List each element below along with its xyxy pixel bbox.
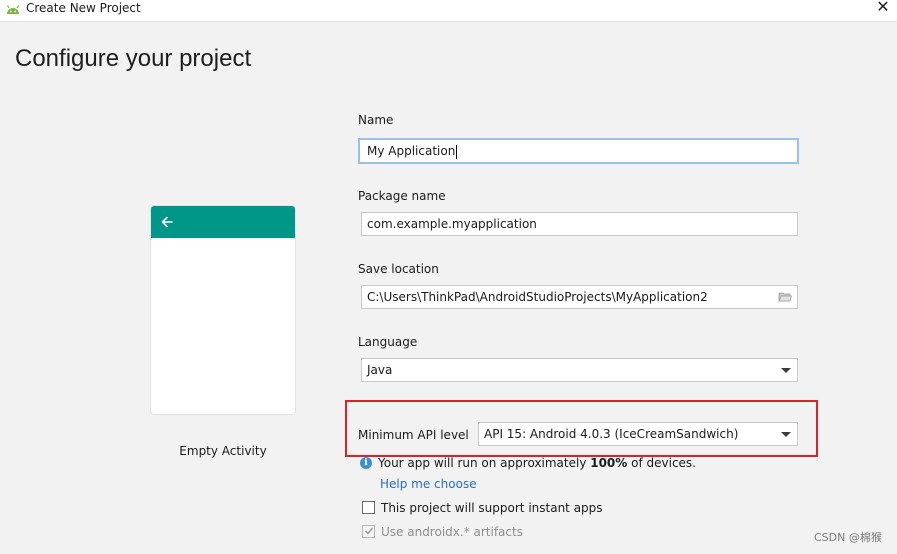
preview-app-bar <box>151 206 295 238</box>
language-select[interactable]: Java <box>361 358 798 382</box>
text-caret <box>456 144 458 159</box>
androidx-checkbox[interactable] <box>362 525 375 538</box>
name-label: Name <box>358 113 394 127</box>
save-location-input[interactable]: C:\Users\ThinkPad\AndroidStudioProjects\… <box>361 285 798 309</box>
close-button[interactable]: ✕ <box>875 0 891 16</box>
activity-template-label: Empty Activity <box>179 444 267 458</box>
activity-preview-card <box>151 206 295 414</box>
info-icon: i <box>360 457 372 469</box>
android-icon <box>6 5 20 14</box>
help-me-choose-link[interactable]: Help me choose <box>380 476 477 492</box>
language-label: Language <box>358 335 418 349</box>
back-arrow-icon <box>161 216 173 228</box>
coverage-percent: 100% <box>590 456 628 470</box>
instant-apps-label[interactable]: This project will support instant apps <box>381 500 603 516</box>
instant-apps-checkbox[interactable] <box>362 501 375 514</box>
chevron-down-icon <box>781 432 791 437</box>
coverage-text-suffix: of devices. <box>627 456 696 470</box>
window-title: Create New Project <box>26 1 141 15</box>
androidx-label: Use androidx.* artifacts <box>381 525 523 539</box>
name-input-value: My Application <box>367 144 456 158</box>
name-input[interactable]: My Application <box>358 138 799 164</box>
min-api-value: API 15: Android 4.0.3 (IceCreamSandwich) <box>484 427 739 441</box>
coverage-text-prefix: Your app will run on approximately <box>378 456 591 470</box>
save-location-label: Save location <box>358 262 439 276</box>
checkmark-icon <box>364 527 374 535</box>
language-value: Java <box>367 363 393 377</box>
chevron-down-icon <box>781 368 791 373</box>
package-name-input[interactable]: com.example.myapplication <box>361 212 798 236</box>
package-name-label: Package name <box>358 189 446 203</box>
watermark-text: CSDN @棉猴 <box>814 531 882 544</box>
folder-browse-icon[interactable] <box>778 291 792 303</box>
device-coverage-text: Your app will run on approximately 100% … <box>378 455 696 471</box>
page-title: Configure your project <box>15 45 252 72</box>
save-location-value: C:\Users\ThinkPad\AndroidStudioProjects\… <box>367 290 708 304</box>
min-api-select[interactable]: API 15: Android 4.0.3 (IceCreamSandwich) <box>478 422 798 446</box>
title-bar: Create New Project ✕ <box>0 0 897 22</box>
min-api-label: Minimum API level <box>358 428 469 442</box>
